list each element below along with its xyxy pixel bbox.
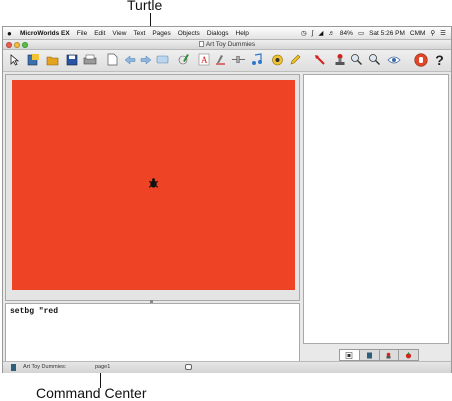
save-icon[interactable] xyxy=(64,52,79,67)
zoom-in-icon[interactable] xyxy=(349,52,364,67)
window-title: Art Toy Dummies xyxy=(3,41,451,48)
svg-text:A: A xyxy=(201,55,208,65)
shapes-icon xyxy=(386,352,391,358)
print-icon[interactable] xyxy=(82,52,97,67)
apple-icon[interactable]: ● xyxy=(7,29,16,38)
new-page-icon[interactable] xyxy=(105,52,120,67)
menu-status-area: ◷ ∫ ◢ ♬ 84% ▭ Sat 5:26 PM CMM ⚲ ☰ xyxy=(301,29,451,38)
eye-icon[interactable] xyxy=(386,52,401,67)
tab-pages[interactable] xyxy=(340,350,360,360)
project-icon xyxy=(11,364,16,371)
status-bar: Art Toy Dummies: page1 xyxy=(3,361,451,373)
menu-pages[interactable]: Pages xyxy=(152,30,170,37)
pages-icon xyxy=(346,351,353,359)
user-name[interactable]: CMM xyxy=(410,30,426,37)
side-pane-tabs xyxy=(339,349,419,361)
volume-icon[interactable]: ♬ xyxy=(328,30,335,37)
spotlight-search-icon[interactable]: ⚲ xyxy=(430,29,435,37)
tab-procedures[interactable] xyxy=(360,350,380,360)
turtle-icon[interactable] xyxy=(148,178,159,189)
app-window: ● MicroWorlds EX File Edit View Text Pag… xyxy=(2,26,452,373)
stamp-icon[interactable] xyxy=(332,52,347,67)
menu-text[interactable]: Text xyxy=(133,30,145,37)
back-arrow-icon[interactable] xyxy=(122,52,137,67)
stop-icon[interactable] xyxy=(413,52,428,67)
turtle-callout-label: Turtle xyxy=(127,0,163,13)
text-box-icon[interactable]: A xyxy=(196,52,211,67)
page-area xyxy=(5,74,300,301)
pointer-icon[interactable] xyxy=(7,52,22,67)
menu-objects[interactable]: Objects xyxy=(178,30,200,37)
new-project-icon[interactable] xyxy=(26,52,41,67)
command-center-callout-label: Command Center xyxy=(36,385,147,401)
project-icon xyxy=(406,351,412,358)
command-center[interactable]: setbg "red xyxy=(5,303,300,362)
time-machine-icon[interactable]: ◷ xyxy=(301,29,307,37)
menu-app-name[interactable]: MicroWorlds EX xyxy=(20,30,70,37)
forward-arrow-icon[interactable] xyxy=(138,52,153,67)
bluetooth-icon[interactable]: ∫ xyxy=(312,30,314,37)
drawing-canvas[interactable] xyxy=(12,80,295,290)
pointer-red-icon[interactable] xyxy=(312,52,327,67)
speech-bubble-icon[interactable] xyxy=(185,364,192,370)
music-icon[interactable] xyxy=(249,52,264,67)
title-bar: Art Toy Dummies xyxy=(3,40,451,50)
battery-percent[interactable]: 84% xyxy=(340,30,353,37)
menu-view[interactable]: View xyxy=(112,30,126,37)
tab-shapes[interactable] xyxy=(380,350,400,360)
clock[interactable]: Sat 5:26 PM xyxy=(369,30,405,37)
paint-icon[interactable] xyxy=(177,52,192,67)
menu-bar: ● MicroWorlds EX File Edit View Text Pag… xyxy=(3,27,451,40)
side-pane[interactable] xyxy=(303,74,449,344)
procedures-icon xyxy=(366,352,372,358)
wifi-icon[interactable]: ◢ xyxy=(318,29,323,37)
help-icon[interactable]: ? xyxy=(432,52,447,67)
menu-file[interactable]: File xyxy=(77,30,87,37)
command-center-text[interactable]: setbg "red xyxy=(10,307,58,316)
notification-center-icon[interactable]: ☰ xyxy=(440,29,446,37)
battery-icon[interactable]: ▭ xyxy=(358,29,364,37)
turtle-tool-icon[interactable] xyxy=(213,52,228,67)
status-project-name: Art Toy Dummies: xyxy=(23,364,67,370)
menu-edit[interactable]: Edit xyxy=(94,30,105,37)
presentation-icon[interactable] xyxy=(155,52,170,67)
open-folder-icon[interactable] xyxy=(45,52,60,67)
slider-tool-icon[interactable] xyxy=(231,52,246,67)
pencil-icon[interactable] xyxy=(288,52,303,67)
menu-dialogs[interactable]: Dialogs xyxy=(207,30,229,37)
hatch-turtle-icon[interactable] xyxy=(270,52,285,67)
tab-project[interactable] xyxy=(399,350,418,360)
zoom-out-icon[interactable] xyxy=(367,52,382,67)
status-page-name: page1 xyxy=(95,364,111,370)
toolbar: A ? xyxy=(3,50,451,72)
document-icon xyxy=(198,41,204,47)
menu-help[interactable]: Help xyxy=(236,30,249,37)
